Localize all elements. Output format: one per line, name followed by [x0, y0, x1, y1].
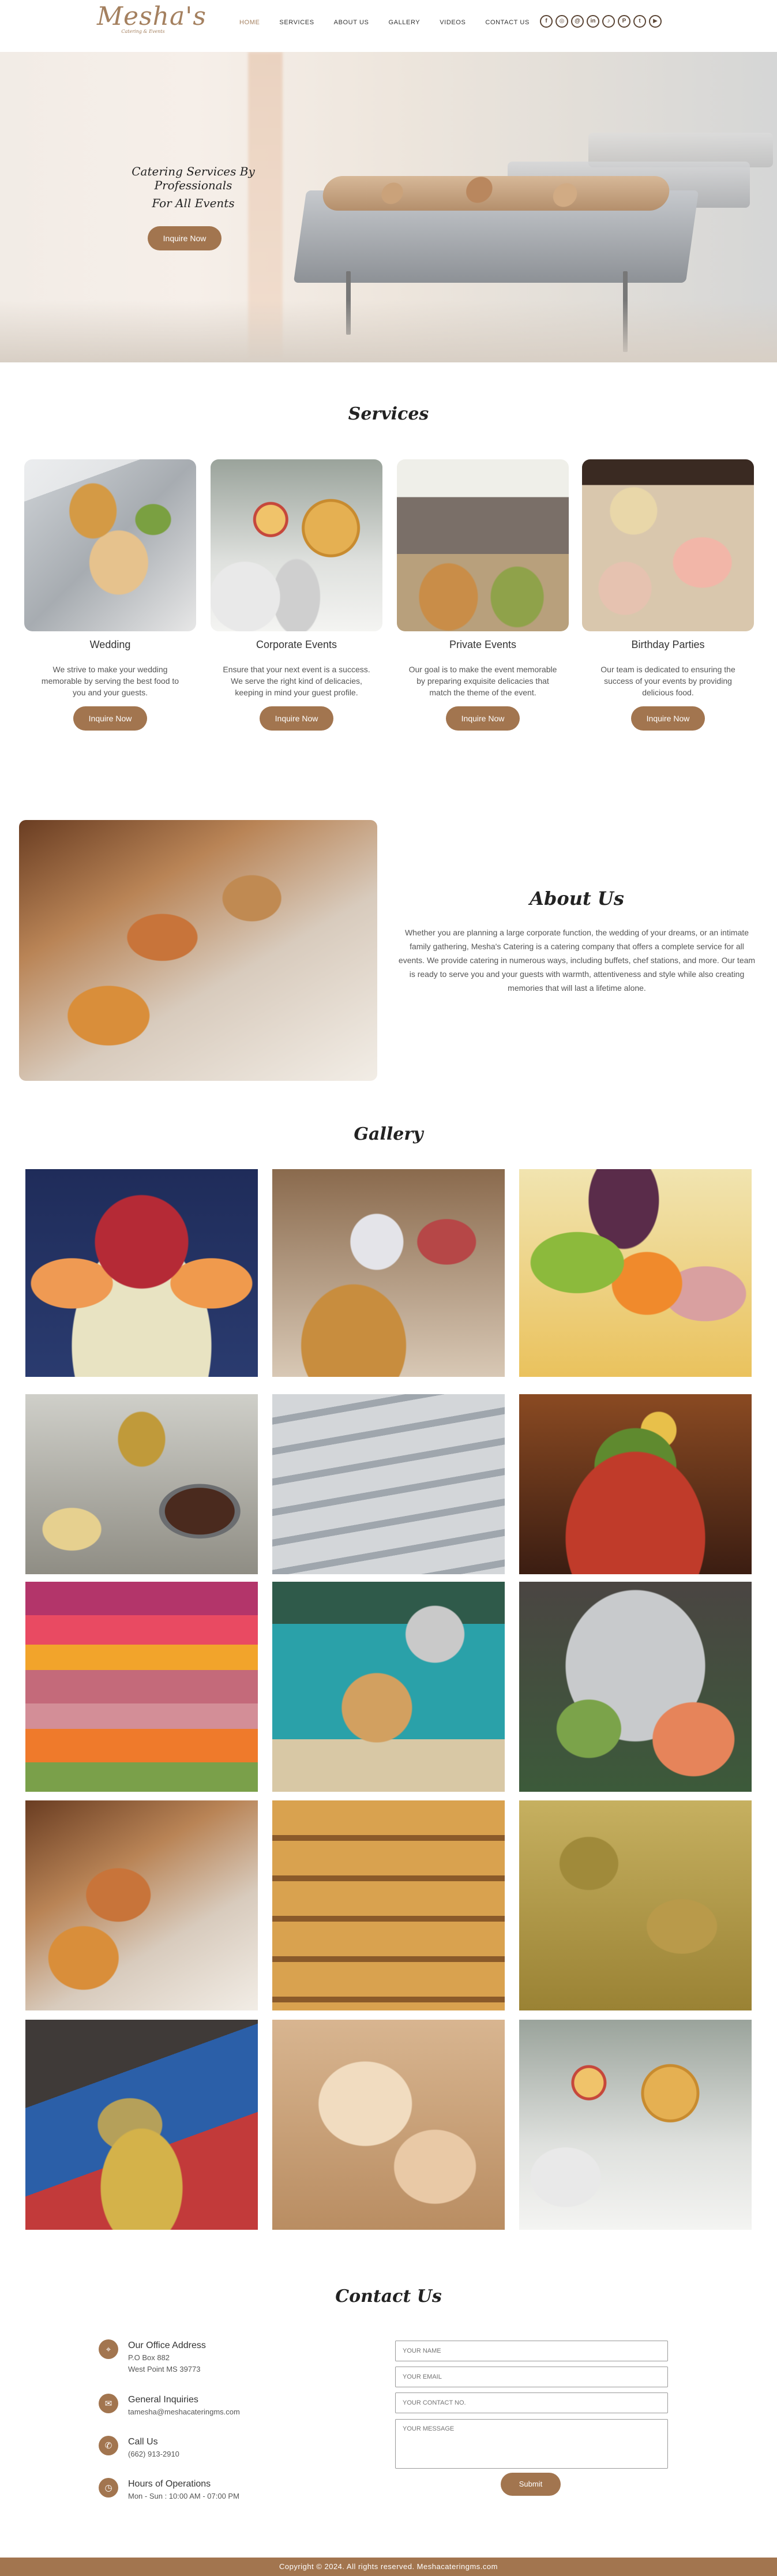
gallery-image[interactable] [272, 1800, 505, 2010]
service-card-corporate: Corporate Events Ensure that your next e… [211, 459, 382, 731]
contact-hours: ◷ Hours of Operations Mon - Sun : 10:00 … [99, 2478, 364, 2502]
contact-office-address: ⌖ Our Office Address P.O Box 882 West Po… [99, 2339, 364, 2375]
gallery-image[interactable] [519, 1582, 752, 1792]
contact-phone-link[interactable]: (662) 913-2910 [128, 2448, 364, 2460]
nav-home[interactable]: HOME [230, 18, 269, 27]
service-description: Our goal is to make the event memorable … [408, 665, 557, 697]
site-logo[interactable]: Mesha's Catering & Events [97, 2, 207, 40]
location-pin-icon: ⌖ [99, 2339, 118, 2359]
hero-banner: Catering Services By Professionals For A… [0, 52, 777, 362]
service-title: Corporate Events [256, 639, 337, 650]
contact-heading: Our Office Address [128, 2341, 206, 2350]
hero-background-decor [0, 300, 777, 362]
service-inquire-button[interactable]: Inquire Now [260, 706, 333, 731]
contact-line: Mon - Sun : 10:00 AM - 07:00 PM [128, 2492, 239, 2500]
site-header: Mesha's Catering & Events HOME SERVICES … [0, 0, 777, 52]
gallery-title: Gallery [354, 1124, 423, 1144]
phone-icon: ✆ [99, 2436, 118, 2455]
gallery-image[interactable] [519, 1800, 752, 2010]
service-description: We strive to make your wedding memorable… [41, 665, 179, 697]
gallery-image[interactable] [25, 1394, 258, 1574]
contact-line: P.O Box 882 [128, 2353, 170, 2362]
services-title: Services [348, 404, 429, 424]
nav-gallery[interactable]: GALLERY [378, 18, 430, 27]
service-image-birthday [582, 459, 754, 631]
about-image [19, 820, 377, 1081]
gallery-image[interactable] [272, 1582, 505, 1792]
service-card-birthday: Birthday Parties Our team is dedicated t… [582, 459, 754, 731]
service-title: Birthday Parties [631, 639, 705, 650]
service-inquire-button[interactable]: Inquire Now [631, 706, 705, 731]
gallery-image[interactable] [519, 2020, 752, 2230]
site-footer: Copyright © 2024. All rights reserved. M… [0, 2558, 777, 2576]
contact-title: Contact Us [335, 2286, 442, 2307]
about-text: Whether you are planning a large corpora… [398, 928, 756, 993]
nav-videos[interactable]: VIDEOS [430, 18, 475, 27]
service-inquire-button[interactable]: Inquire Now [446, 706, 520, 731]
youtube-icon[interactable]: ▶ [649, 15, 662, 28]
clock-icon: ◷ [99, 2478, 118, 2498]
contact-number-input[interactable] [395, 2392, 668, 2413]
copyright-text: Copyright © 2024. All rights reserved. M… [279, 2562, 498, 2571]
service-description: Ensure that your next event is a success… [223, 665, 370, 697]
about-title: About Us [530, 888, 624, 909]
service-image-corporate [211, 459, 382, 631]
service-inquire-button[interactable]: Inquire Now [73, 706, 147, 731]
service-card-wedding: Wedding We strive to make your wedding m… [24, 459, 196, 731]
contact-heading: General Inquiries [128, 2395, 198, 2405]
envelope-icon: ✉ [99, 2394, 118, 2413]
main-nav: HOME SERVICES ABOUT US GALLERY VIDEOS CO… [230, 18, 539, 27]
gallery-image[interactable] [272, 2020, 505, 2230]
hero-heading-line1: Catering Services By Professionals [132, 164, 255, 192]
gallery-image[interactable] [25, 2020, 258, 2230]
gallery-image[interactable] [519, 1394, 752, 1574]
social-links: f ◎ @ in ♪ P t ▶ [540, 15, 662, 28]
facebook-icon[interactable]: f [540, 15, 553, 28]
contact-general-inquiries: ✉ General Inquiries tamesha@meshacaterin… [99, 2394, 364, 2418]
contact-call-us: ✆ Call Us (662) 913-2910 [99, 2436, 364, 2460]
gallery-image[interactable] [25, 1582, 258, 1792]
gallery-image[interactable] [272, 1394, 505, 1574]
twitter-icon[interactable]: t [633, 15, 646, 28]
contact-heading: Call Us [128, 2437, 158, 2447]
gallery-image[interactable] [519, 1169, 752, 1377]
submit-button[interactable]: Submit [501, 2473, 561, 2496]
gallery-image[interactable] [25, 1800, 258, 2010]
email-input[interactable] [395, 2367, 668, 2387]
service-description: Our team is dedicated to ensuring the su… [600, 665, 735, 697]
linkedin-icon[interactable]: in [587, 15, 599, 28]
service-title: Wedding [89, 639, 131, 650]
contact-line: West Point MS 39773 [128, 2365, 201, 2373]
contact-email-link[interactable]: tamesha@meshacateringms.com [128, 2406, 364, 2418]
logo-text: Mesha's [97, 2, 207, 31]
tiktok-icon[interactable]: ♪ [602, 15, 615, 28]
nav-services[interactable]: SERVICES [269, 18, 324, 27]
nav-contact-us[interactable]: CONTACT US [475, 18, 539, 27]
nav-about-us[interactable]: ABOUT US [324, 18, 379, 27]
name-input[interactable] [395, 2341, 668, 2361]
service-card-private: Private Events Our goal is to make the e… [397, 459, 569, 731]
pinterest-icon[interactable]: P [618, 15, 630, 28]
message-textarea[interactable] [395, 2419, 668, 2469]
gallery-image[interactable] [25, 1169, 258, 1377]
service-title: Private Events [449, 639, 517, 650]
hero-heading-line2: For All Events [152, 196, 235, 210]
service-image-wedding [24, 459, 196, 631]
hero-food-image [320, 176, 672, 211]
instagram-icon[interactable]: ◎ [555, 15, 568, 28]
threads-icon[interactable]: @ [571, 15, 584, 28]
hero-inquire-button[interactable]: Inquire Now [148, 226, 222, 250]
service-image-private [397, 459, 569, 631]
contact-heading: Hours of Operations [128, 2479, 211, 2489]
gallery-image[interactable] [272, 1169, 505, 1377]
